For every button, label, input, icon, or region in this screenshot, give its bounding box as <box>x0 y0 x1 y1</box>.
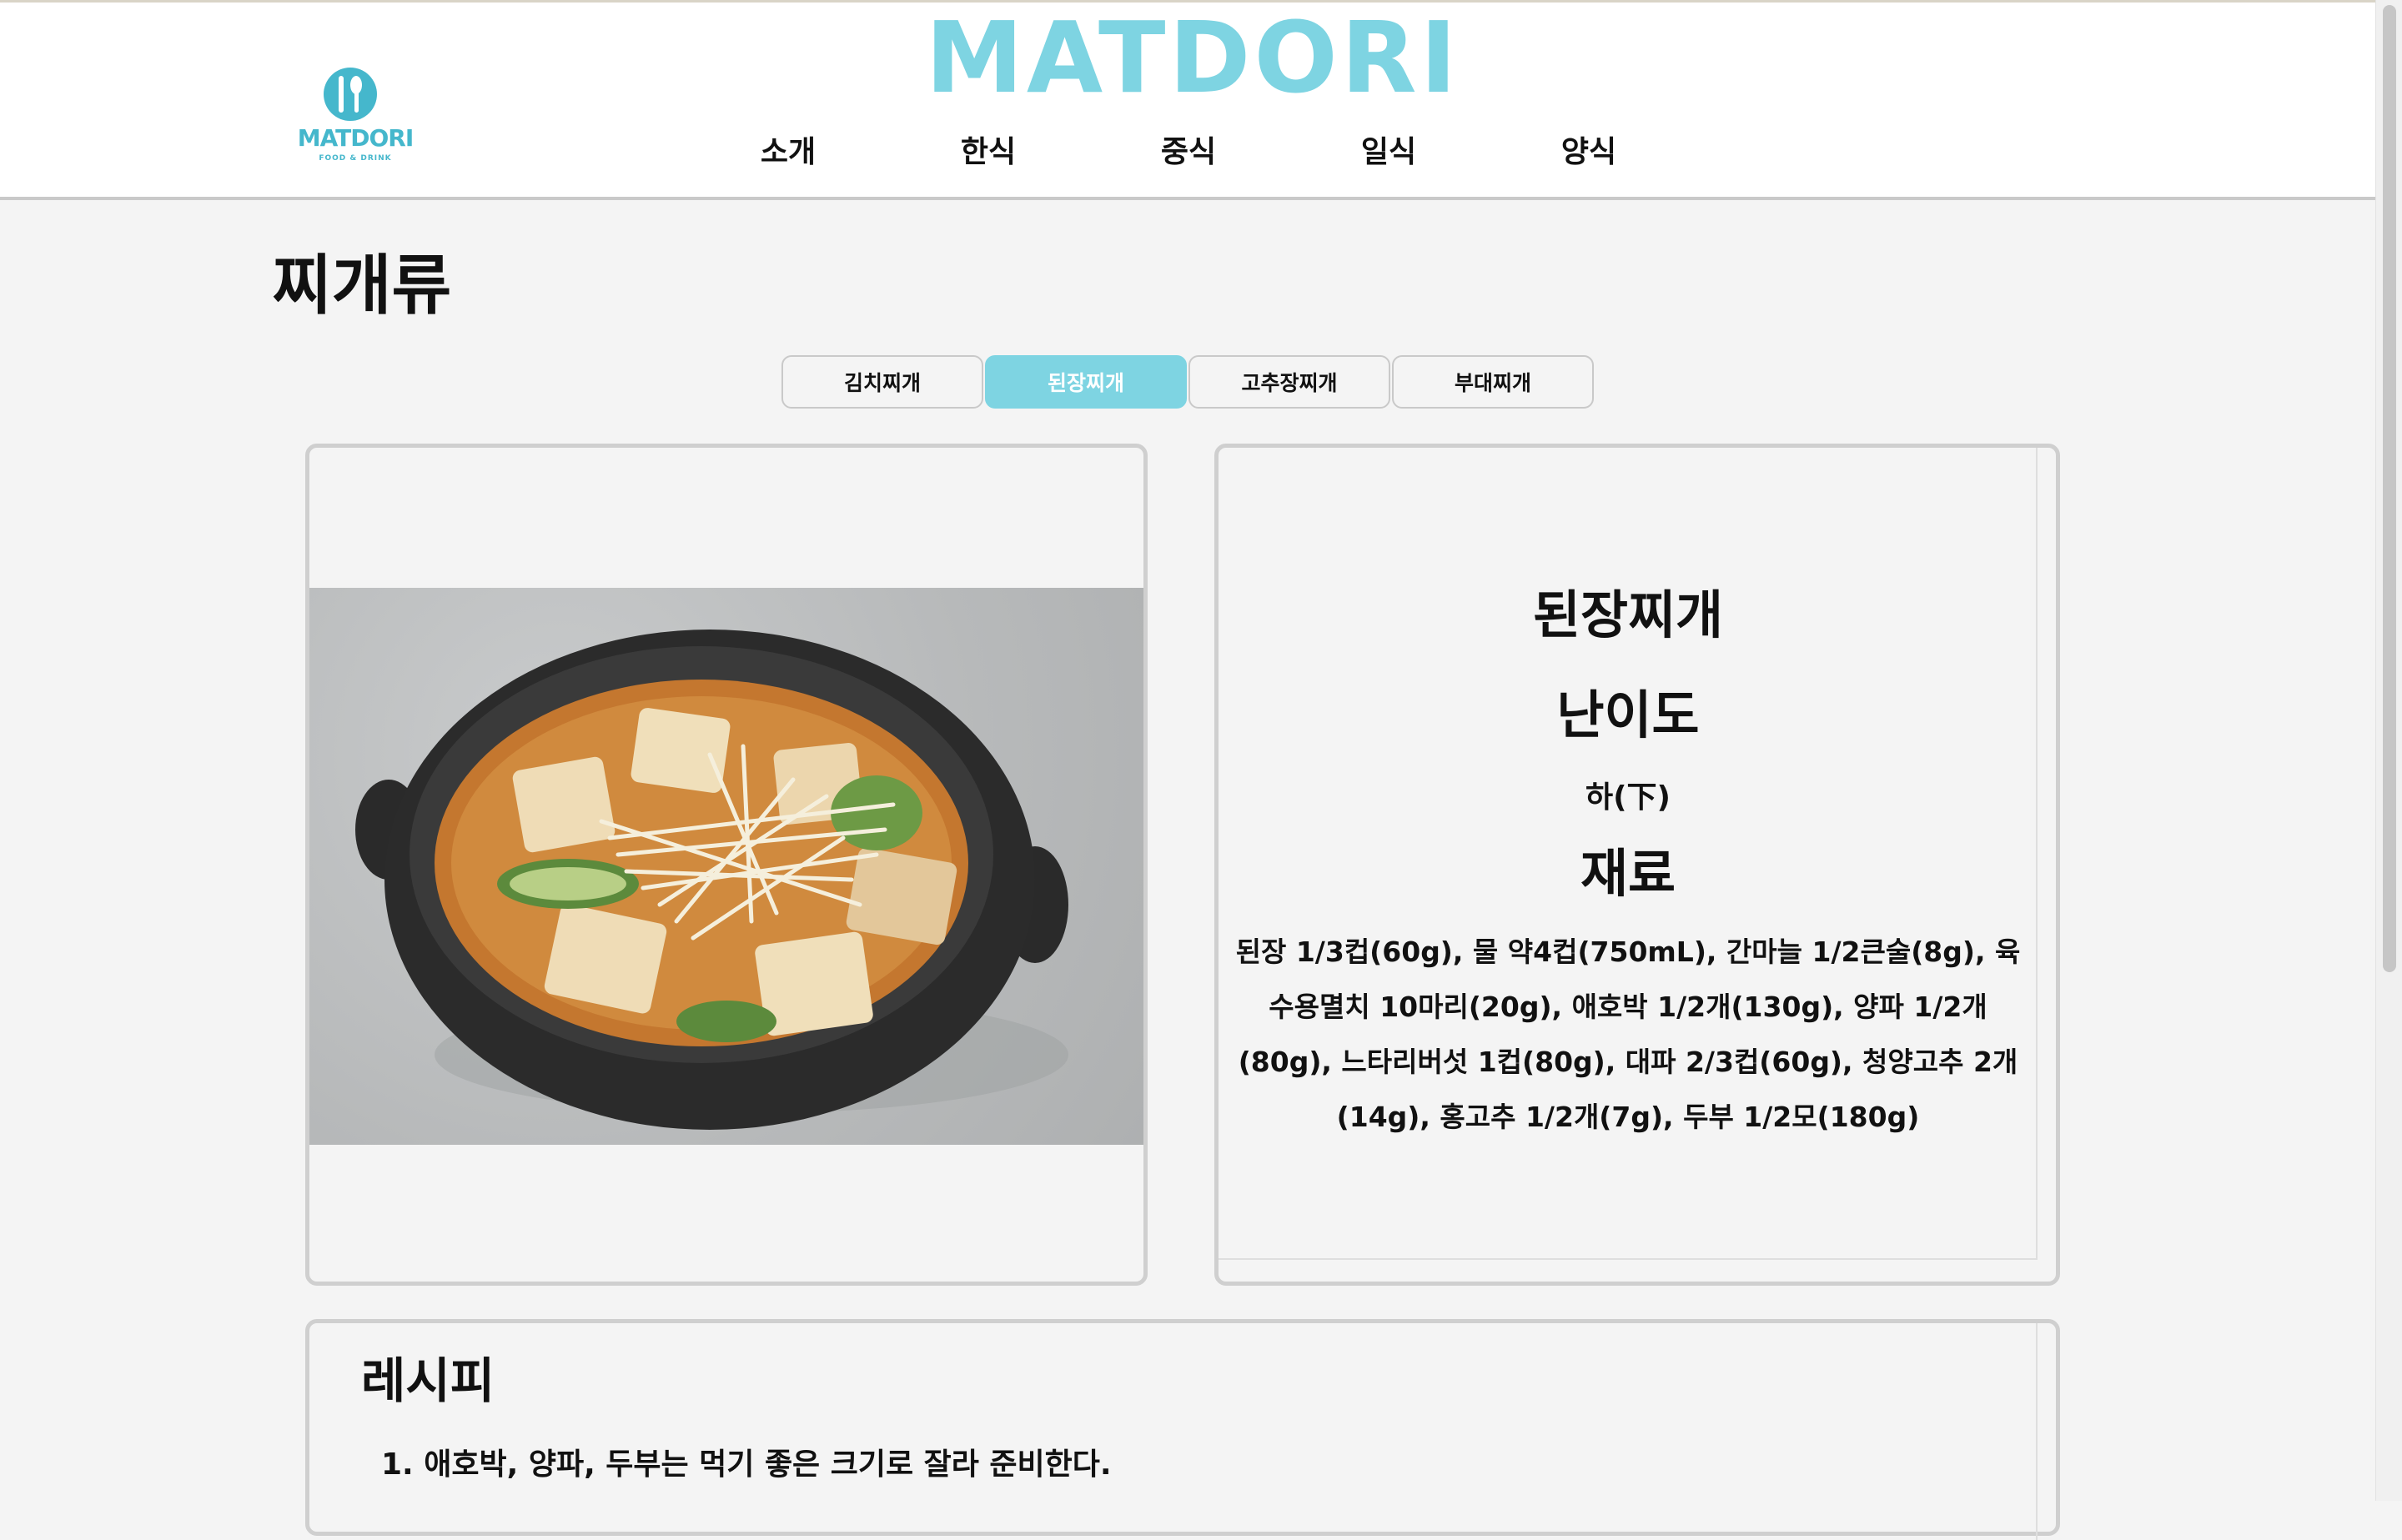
ingredients-text: 된장 1/3컵(60g), 물 약4컵(750mL), 간마늘 1/2큰술(8g… <box>1235 936 2021 1133</box>
nav-item-western[interactable]: 양식 <box>1526 126 1651 179</box>
site-logo[interactable]: MATDORI FOOD & DRINK <box>297 68 414 176</box>
dish-image-card <box>305 444 1148 1286</box>
recipe-tabs: 김치찌개 된장찌개 고추장찌개 부대찌개 <box>781 355 1599 412</box>
main-nav: 소개 한식 중식 일식 양식 <box>726 126 1726 184</box>
scrollbar-thumb[interactable] <box>2383 5 2396 972</box>
nav-item-chinese[interactable]: 중식 <box>1126 126 1251 179</box>
brand-title[interactable]: MATDORI <box>917 8 1468 108</box>
tab-gochujang-jjigae[interactable]: 고추장찌개 <box>1188 355 1390 409</box>
nav-item-korean[interactable]: 한식 <box>926 126 1051 179</box>
logo-text: MATDORI <box>297 124 414 152</box>
stew-pot-image <box>355 630 1068 1130</box>
difficulty-heading: 난이도 <box>1556 685 1700 745</box>
page: MATDORI FOOD & DRINK MATDORI 소개 한식 중식 일식… <box>0 0 2375 1540</box>
logo-subtitle: FOOD & DRINK <box>319 154 392 163</box>
recipe-step: 1. 애호박, 양파, 두부는 먹기 좋은 크기로 잘라 준비한다. <box>381 1447 1112 1482</box>
page-title: 찌개류 <box>272 248 452 324</box>
tab-doenjang-jjigae[interactable]: 된장찌개 <box>985 355 1187 409</box>
dish-info-card: 된장찌개 난이도 하(下) 재료 된장 1/3컵(60g), 물 약4컵(750… <box>1214 444 2060 1286</box>
recipe-content[interactable]: 레시피 1. 애호박, 양파, 두부는 먹기 좋은 크기로 잘라 준비한다. <box>309 1323 2038 1540</box>
ingredients-heading: 재료 <box>1580 843 1676 904</box>
nav-item-japanese[interactable]: 일식 <box>1326 126 1451 179</box>
nav-item-intro[interactable]: 소개 <box>726 126 851 179</box>
page-scrollbar[interactable] <box>2375 0 2402 1501</box>
utensils-icon <box>324 68 377 121</box>
dish-name: 된장찌개 <box>1532 584 1724 645</box>
recipe-heading: 레시피 <box>361 1352 495 1409</box>
tab-kimchi-jjigae[interactable]: 김치찌개 <box>781 355 983 409</box>
recipe-card: 레시피 1. 애호박, 양파, 두부는 먹기 좋은 크기로 잘라 준비한다. <box>305 1319 2060 1540</box>
tab-budae-jjigae[interactable]: 부대찌개 <box>1392 355 1594 409</box>
dish-info-content[interactable]: 된장찌개 난이도 하(下) 재료 된장 1/3컵(60g), 물 약4컵(750… <box>1219 448 2038 1260</box>
difficulty-value: 하(下) <box>1585 780 1671 815</box>
dish-photo <box>309 588 1143 1145</box>
site-header: MATDORI FOOD & DRINK MATDORI 소개 한식 중식 일식… <box>0 0 2375 200</box>
